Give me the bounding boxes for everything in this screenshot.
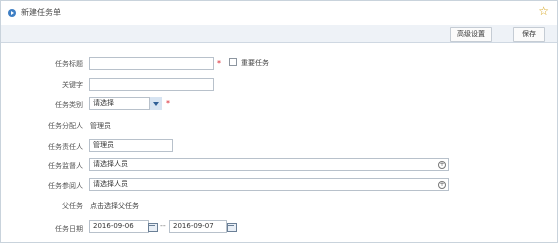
toolbar: 高级设置 保存 bbox=[1, 25, 557, 43]
owner-label: 任务责任人 bbox=[48, 143, 83, 151]
add-supervisor-icon[interactable]: + bbox=[438, 161, 446, 169]
keyword-input[interactable] bbox=[89, 78, 214, 91]
required-mark: * bbox=[166, 99, 170, 108]
supervisor-input[interactable]: 请选择人员 bbox=[89, 158, 449, 171]
task-date-label: 任务日期 bbox=[55, 225, 83, 233]
participant-label: 任务参阅人 bbox=[48, 182, 83, 190]
category-select[interactable]: 请选择 bbox=[89, 97, 154, 110]
title-bar: 新建任务单 ☆ bbox=[1, 1, 557, 26]
end-date-input[interactable]: 2016-09-07 bbox=[169, 220, 227, 233]
add-participant-icon[interactable]: + bbox=[438, 181, 446, 189]
star-icon[interactable]: ☆ bbox=[538, 5, 549, 17]
task-title-input[interactable] bbox=[89, 57, 214, 70]
assigner-label: 任务分配人 bbox=[48, 122, 83, 130]
calendar-icon[interactable] bbox=[147, 221, 158, 232]
important-label: 重要任务 bbox=[241, 59, 269, 67]
required-mark: * bbox=[217, 59, 221, 68]
keyword-label: 关键字 bbox=[62, 81, 83, 89]
play-circle-icon bbox=[8, 9, 16, 17]
participant-input[interactable]: 请选择人员 bbox=[89, 178, 449, 191]
supervisor-label: 任务监督人 bbox=[48, 162, 83, 170]
page-title: 新建任务单 bbox=[21, 8, 61, 17]
advanced-settings-button[interactable]: 高级设置 bbox=[450, 27, 492, 42]
task-title-label: 任务标题 bbox=[55, 60, 83, 68]
select-parent-task-link[interactable]: 点击选择父任务 bbox=[90, 201, 139, 211]
chevron-down-icon[interactable] bbox=[149, 97, 162, 110]
assigner-value: 管理员 bbox=[90, 122, 111, 130]
owner-input[interactable]: 管理员 bbox=[89, 139, 173, 152]
save-button[interactable]: 保存 bbox=[513, 27, 545, 42]
start-date-input[interactable]: 2016-09-06 bbox=[89, 220, 149, 233]
calendar-icon[interactable] bbox=[226, 221, 237, 232]
parent-task-label: 父任务 bbox=[62, 202, 83, 210]
important-checkbox[interactable] bbox=[229, 58, 237, 66]
date-separator: -- bbox=[160, 221, 166, 230]
task-form-window: 新建任务单 ☆ 高级设置 保存 任务标题 * 重要任务 关键字 任务类别 请选择… bbox=[0, 0, 558, 243]
category-label: 任务类别 bbox=[55, 101, 83, 109]
